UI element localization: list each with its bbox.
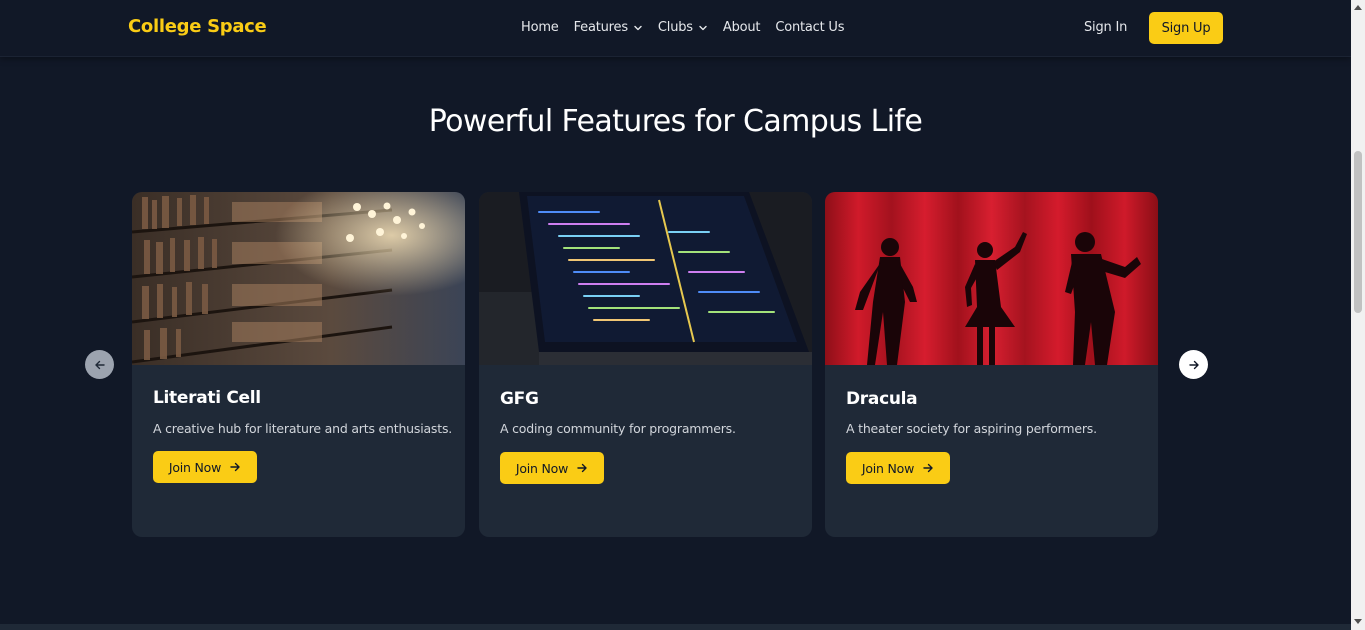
scroll-down-arrow-icon[interactable]: [1354, 619, 1362, 624]
club-card-literati: Literati Cell A creative hub for literat…: [132, 192, 465, 537]
sign-up-button[interactable]: Sign Up: [1149, 12, 1223, 44]
next-section-edge: [0, 624, 1351, 630]
nav-links: Home Features Clubs About Contact Us: [521, 20, 845, 35]
card-title: GFG: [500, 389, 539, 409]
nav-link-home[interactable]: Home: [521, 20, 559, 35]
chevron-down-icon: [699, 25, 707, 30]
join-now-button[interactable]: Join Now: [153, 451, 257, 483]
nav-link-label: Clubs: [657, 20, 693, 35]
button-label: Join Now: [861, 460, 915, 476]
arrow-right-icon: [230, 462, 240, 472]
section-title: Powerful Features for Campus Life: [428, 104, 923, 139]
nav-link-contact[interactable]: Contact Us: [775, 20, 844, 35]
arrow-right-icon: [577, 463, 587, 473]
arrow-left-icon: [94, 360, 105, 369]
arrow-right-icon: [923, 463, 933, 473]
card-description: A creative hub for literature and arts e…: [153, 421, 453, 436]
nav-link-label: About: [722, 20, 761, 35]
chevron-down-icon: [634, 25, 642, 30]
nav-link-about[interactable]: About: [722, 20, 761, 35]
card-title: Dracula: [846, 389, 918, 409]
carousel-next-button[interactable]: [1179, 350, 1208, 379]
nav-link-label: Home: [521, 20, 559, 35]
card-description: A theater society for aspiring performer…: [846, 421, 1097, 436]
nav-link-features[interactable]: Features: [574, 20, 643, 35]
join-now-button[interactable]: Join Now: [500, 452, 604, 484]
brand-logo[interactable]: College Space: [128, 16, 267, 37]
scroll-up-arrow-icon[interactable]: [1354, 5, 1362, 10]
club-card-gfg: GFG A coding community for programmers. …: [479, 192, 812, 537]
nav-link-label: Contact Us: [775, 20, 845, 35]
nav-link-clubs[interactable]: Clubs: [658, 20, 708, 35]
card-title: Literati Cell: [153, 388, 261, 408]
sign-in-link[interactable]: Sign In: [1084, 20, 1127, 35]
button-label: Join Now: [515, 460, 569, 476]
button-label: Join Now: [168, 459, 222, 475]
theater-silhouettes-image: [825, 192, 1158, 365]
arrow-right-icon: [1188, 360, 1199, 369]
club-card-dracula: Dracula A theater society for aspiring p…: [825, 192, 1158, 537]
nav-link-label: Features: [573, 20, 629, 35]
card-description: A coding community for programmers.: [500, 421, 736, 436]
navbar: College Space Home Features Clubs About …: [0, 0, 1351, 57]
carousel-prev-button[interactable]: [85, 350, 114, 379]
page-scrollbar[interactable]: [1351, 0, 1365, 630]
scrollbar-thumb[interactable]: [1354, 151, 1362, 313]
join-now-button[interactable]: Join Now: [846, 452, 950, 484]
library-bookshelves-image: [132, 192, 465, 365]
laptop-code-editor-image: [479, 192, 812, 365]
